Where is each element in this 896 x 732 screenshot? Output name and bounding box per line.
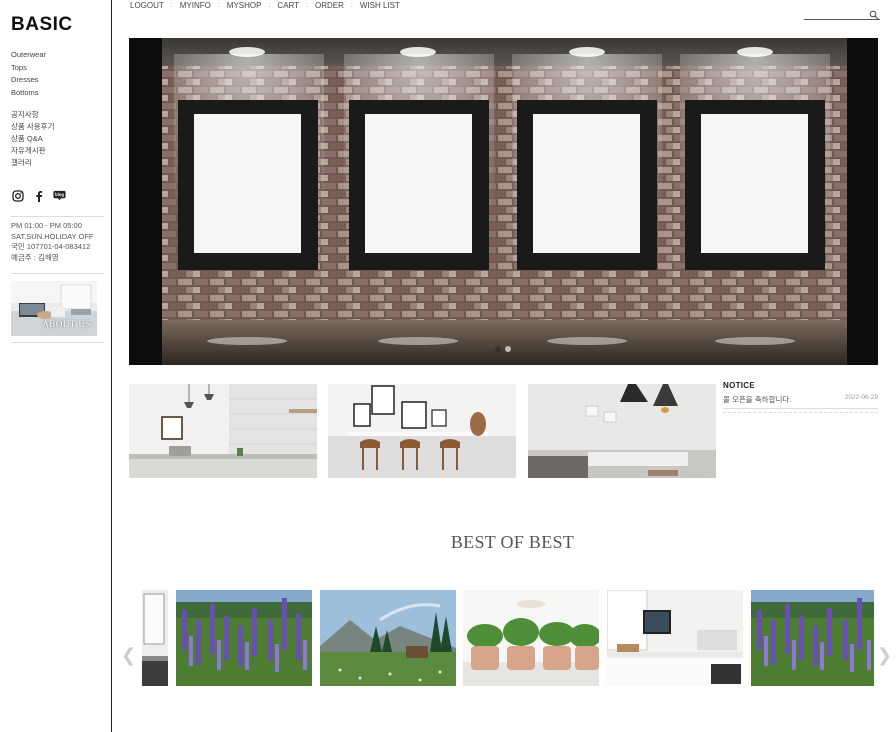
board-menu: 공지사항 상품 사용후기 상품 Q&A 자유게시판 갤러리 xyxy=(11,109,54,169)
promo-thumb-dining[interactable] xyxy=(328,384,516,478)
svg-text:blog: blog xyxy=(55,192,64,197)
best-products-carousel xyxy=(142,590,874,686)
hero-dot-2[interactable] xyxy=(505,346,511,352)
product-card[interactable] xyxy=(320,590,456,686)
search-icon[interactable] xyxy=(869,7,879,25)
nav-logout[interactable]: LOGOUT xyxy=(129,1,165,10)
board-item-notice[interactable]: 공지사항 xyxy=(11,109,54,121)
category-item-outerwear[interactable]: Outerwear xyxy=(11,49,46,62)
nav-order[interactable]: ORDER xyxy=(314,1,345,10)
notice-box: NOTICE 몰 오픈을 축하합니다. 2022-06-29 xyxy=(723,381,878,413)
hero-pagination xyxy=(495,346,511,352)
social-links: blog xyxy=(11,189,66,202)
carousel-prev-button[interactable]: ❮ xyxy=(121,645,136,666)
about-us-banner[interactable]: ABOUT US xyxy=(11,281,97,336)
product-card[interactable] xyxy=(751,590,874,686)
sidebar: BASIC Outerwear Tops Dresses Bottoms 공지사… xyxy=(0,0,112,732)
hero-dot-1[interactable] xyxy=(495,346,501,352)
notice-title[interactable]: NOTICE xyxy=(723,381,878,390)
cs-hours: PM 01:00 - PM 05:00 xyxy=(11,221,82,230)
about-us-label: ABOUT US xyxy=(42,319,91,329)
product-card[interactable] xyxy=(142,590,168,686)
category-item-dresses[interactable]: Dresses xyxy=(11,74,46,87)
hero-banner[interactable] xyxy=(129,38,878,365)
facebook-icon[interactable] xyxy=(32,189,45,202)
nav-cart[interactable]: CART xyxy=(276,1,300,10)
category-menu: Outerwear Tops Dresses Bottoms xyxy=(11,49,46,99)
sidebar-divider xyxy=(11,273,104,274)
nav-separator: : xyxy=(268,2,271,9)
search-box xyxy=(804,6,880,23)
top-nav: LOGOUT : MYINFO : MYSHOP : CART : ORDER … xyxy=(129,1,401,10)
search-input[interactable] xyxy=(804,10,866,23)
board-item-qna[interactable]: 상품 Q&A xyxy=(11,133,54,145)
nav-separator: : xyxy=(170,2,173,9)
nav-separator: : xyxy=(306,2,309,9)
sidebar-divider xyxy=(11,342,104,343)
board-item-gallery[interactable]: 갤러리 xyxy=(11,157,54,169)
bank-account: 국민 107701-04-083412 xyxy=(11,242,91,251)
notice-item-date: 2022-06-29 xyxy=(844,394,878,401)
cs-info: PM 01:00 - PM 05:00 SAT.SUN.HOLIDAY OFF … xyxy=(11,221,94,263)
nav-separator: : xyxy=(350,2,353,9)
account-holder: 예금주 : 김해영 xyxy=(11,252,59,262)
category-item-tops[interactable]: Tops xyxy=(11,62,46,75)
notice-item[interactable]: 몰 오픈을 축하합니다. 2022-06-29 xyxy=(723,394,878,409)
nav-separator: : xyxy=(217,2,220,9)
product-card[interactable] xyxy=(607,590,743,686)
nav-wishlist[interactable]: WISH LIST xyxy=(359,1,401,10)
cs-holiday: SAT.SUN.HOLIDAY OFF xyxy=(11,231,94,241)
instagram-icon[interactable] xyxy=(11,189,24,202)
promo-thumb-living[interactable] xyxy=(528,384,716,478)
blog-icon[interactable]: blog xyxy=(53,189,66,202)
board-item-reviews[interactable]: 상품 사용후기 xyxy=(11,121,54,133)
section-title-best: BEST OF BEST xyxy=(450,532,575,552)
notice-divider xyxy=(723,412,878,413)
hero-image xyxy=(129,38,878,365)
nav-myshop[interactable]: MYSHOP xyxy=(226,1,263,10)
logo[interactable]: BASIC xyxy=(11,14,73,36)
sidebar-divider xyxy=(11,216,104,217)
carousel-next-button[interactable]: ❯ xyxy=(877,645,892,666)
board-item-free[interactable]: 자유게시판 xyxy=(11,145,54,157)
product-card[interactable] xyxy=(176,590,312,686)
notice-item-text[interactable]: 몰 오픈을 축하합니다. xyxy=(723,394,791,405)
category-item-bottoms[interactable]: Bottoms xyxy=(11,87,46,100)
promo-thumb-kitchen[interactable] xyxy=(129,384,317,478)
product-card[interactable] xyxy=(463,590,599,686)
nav-myinfo[interactable]: MYINFO xyxy=(179,1,212,10)
